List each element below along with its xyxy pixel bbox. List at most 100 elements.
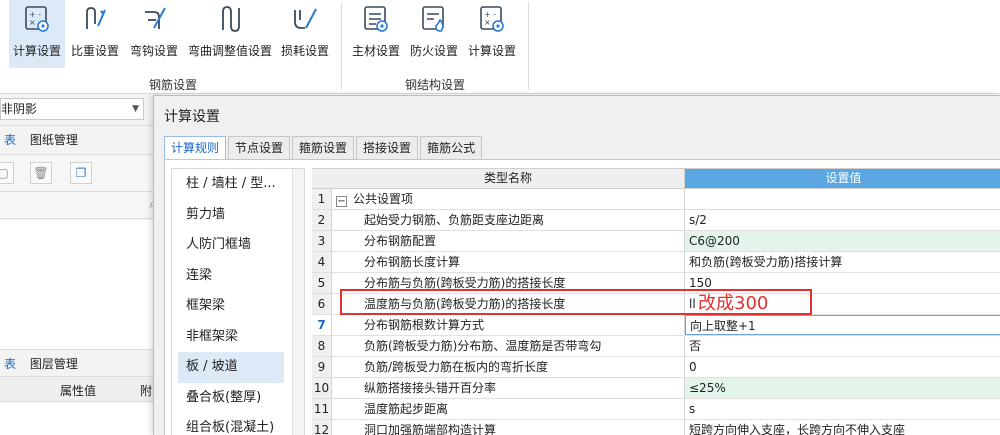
tab-prefix[interactable]: 表 (4, 357, 16, 371)
steel-calc-settings-label: 计算设置 (467, 44, 516, 58)
ribbon-toolbar: + - × 计算设置 比重设置 弯钩设置 弯曲调整值设置 损耗设置 钢筋设置 主材… (0, 0, 1000, 94)
row-name: 分布钢筋根数计算方式 (332, 315, 685, 335)
svg-text:×: × (484, 18, 491, 27)
chevron-down-icon[interactable]: ▼ (132, 99, 139, 119)
weight-settings-label: 比重设置 (70, 44, 119, 58)
row-value[interactable]: s (685, 399, 1000, 419)
table-row[interactable]: 8 负筋(跨板受力筋)分布筋、温度筋是否带弯勾 否 (312, 336, 1000, 357)
table-row[interactable]: 9 负筋/跨板受力筋在板内的弯折长度 0 (312, 357, 1000, 378)
category-item[interactable]: 剪力墙 (172, 200, 304, 231)
delete-icon[interactable]: 🗑 (30, 162, 52, 184)
row-number: 10 (312, 378, 332, 398)
category-item[interactable]: 非框架梁 (172, 322, 304, 353)
attr-value-column: 属性值 (60, 384, 97, 398)
tab-layer-management[interactable]: 图层管理 (30, 357, 78, 371)
table-row[interactable]: 3 分布钢筋配置 C6@200 (312, 231, 1000, 252)
rebar-calc-settings-button[interactable]: + - × 计算设置 (9, 0, 65, 68)
rebar-group-label: 钢筋设置 (149, 78, 198, 92)
row-number: 11 (312, 399, 332, 419)
tab-stirrup-formula[interactable]: 箍筋公式 (420, 136, 483, 160)
hook-icon (139, 2, 169, 36)
row-name: 起始受力钢筋、负筋距支座边距离 (332, 210, 685, 230)
bend-adjust-label: 弯曲调整值设置 (187, 44, 272, 58)
hook-settings-label: 弯钩设置 (129, 44, 178, 58)
copy-icon[interactable]: ▢ (0, 162, 14, 184)
tab-calc-rules[interactable]: 计算规则 (164, 136, 227, 161)
category-item[interactable]: 人防门框墙 (172, 230, 304, 261)
collapse-icon[interactable]: − (336, 196, 347, 207)
row-number: 4 (312, 252, 332, 272)
category-item[interactable]: 柱 / 墙柱 / 型... (172, 169, 304, 200)
row-number: 9 (312, 357, 332, 377)
steel-group-label: 钢结构设置 (405, 78, 466, 92)
row-number: 5 (312, 273, 332, 293)
row-value[interactable]: 否 (685, 336, 1000, 356)
row-value-editing[interactable]: 向上取整+1 (685, 315, 1000, 335)
loss-icon (290, 2, 320, 36)
main-material-icon (361, 2, 391, 36)
category-list: 柱 / 墙柱 / 型... 剪力墙 人防门框墙 连梁 框架梁 非框架梁 板 / … (171, 168, 305, 435)
category-scrollbar[interactable] (292, 169, 304, 435)
table-row[interactable]: 4 分布钢筋长度计算 和负筋(跨板受力筋)搭接计算 (312, 252, 1000, 273)
row-name: 负筋/跨板受力筋在板内的弯折长度 (332, 357, 685, 377)
dialog-tabs: 计算规则 节点设置 箍筋设置 搭接设置 箍筋公式 (164, 136, 484, 161)
drawing-toolbar: ▢ 🗑 ❐ (0, 156, 160, 192)
annotation-text: 改成300 (698, 293, 769, 314)
row-name: 分布钢筋长度计算 (332, 252, 685, 272)
steel-calc-settings-button[interactable]: + - × 计算设置 (464, 0, 520, 68)
table-row-current[interactable]: 7 分布钢筋根数计算方式 向上取整+1 (312, 315, 1000, 336)
row-value[interactable]: 短跨方向伸入支座，长跨方向不伸入支座 (685, 420, 1000, 435)
category-item[interactable]: 框架梁 (172, 291, 304, 322)
row-number: 12 (312, 420, 332, 435)
row-number: 8 (312, 336, 332, 356)
duplicate-icon[interactable]: ❐ (70, 162, 92, 184)
row-name: 洞口加强筋端部构造计算 (332, 420, 685, 435)
table-row[interactable]: 2 起始受力钢筋、负筋距支座边距离 s/2 (312, 210, 1000, 231)
row-name: − 公共设置项 (332, 189, 685, 209)
dialog-title: 计算设置 (164, 109, 220, 125)
calc-settings-dialog: 计算设置 计算规则 节点设置 箍筋设置 搭接设置 箍筋公式 柱 / 墙柱 / 型… (153, 95, 1000, 435)
drawing-tab-header: 表 图纸管理 (0, 127, 160, 155)
tab-prefix[interactable]: 表 (4, 133, 16, 147)
row-value[interactable]: s/2 (685, 210, 1000, 230)
fire-settings-button[interactable]: 防火设置 (406, 0, 462, 68)
row-value[interactable]: 和负筋(跨板受力筋)搭接计算 (685, 252, 1000, 272)
tab-node-settings[interactable]: 节点设置 (228, 136, 291, 160)
main-material-button[interactable]: 主材设置 (348, 0, 404, 68)
group-separator (528, 2, 529, 90)
row-value[interactable] (685, 189, 1000, 209)
shadow-dropdown[interactable]: 非阴影 ▼ (0, 98, 144, 120)
tab-lap-settings[interactable]: 搭接设置 (356, 136, 419, 160)
category-item[interactable]: 叠合板(整厚) (172, 383, 304, 414)
row-number-header (312, 169, 332, 189)
hook-settings-button[interactable]: 弯钩设置 (125, 0, 183, 68)
name-column-header: 类型名称 (332, 169, 685, 189)
property-header: 属性值 附 (0, 378, 160, 402)
table-row[interactable]: 10 纵筋搭接接头错开百分率 ≤25% (312, 378, 1000, 399)
weight-settings-button[interactable]: 比重设置 (67, 0, 123, 68)
row-value[interactable]: ≤25% (685, 378, 1000, 398)
drawing-search-bar[interactable]: ⌕ (0, 193, 160, 219)
table-row[interactable]: 1 − 公共设置项 (312, 189, 1000, 210)
calc-settings-icon: + - × (22, 2, 52, 36)
table-row[interactable]: 11 温度筋起步距离 s (312, 399, 1000, 420)
fire-icon (419, 2, 449, 36)
weight-icon (80, 2, 110, 36)
row-name: 纵筋搭接接头错开百分率 (332, 378, 685, 398)
table-row[interactable]: 12 洞口加强筋端部构造计算 短跨方向伸入支座，长跨方向不伸入支座 (312, 420, 1000, 435)
category-item[interactable]: 组合板(混凝土) (172, 413, 304, 435)
bend-adjust-button[interactable]: 弯曲调整值设置 (185, 0, 275, 68)
category-item-selected[interactable]: 板 / 坡道 (178, 352, 284, 383)
property-list (0, 403, 160, 435)
row-value[interactable]: 0 (685, 357, 1000, 377)
shadow-toolbar: 非阴影 ▼ (0, 94, 160, 126)
tab-stirrup-settings[interactable]: 箍筋设置 (292, 136, 355, 160)
layer-tab-header: 表 图层管理 (0, 351, 160, 377)
loss-settings-button[interactable]: 损耗设置 (277, 0, 333, 68)
tab-drawing-management[interactable]: 图纸管理 (30, 133, 78, 147)
row-name: 分布钢筋配置 (332, 231, 685, 251)
row-value[interactable]: C6@200 (685, 231, 1000, 251)
category-item[interactable]: 连梁 (172, 261, 304, 292)
row-number: 7 (312, 315, 332, 335)
row-number: 1 (312, 189, 332, 209)
